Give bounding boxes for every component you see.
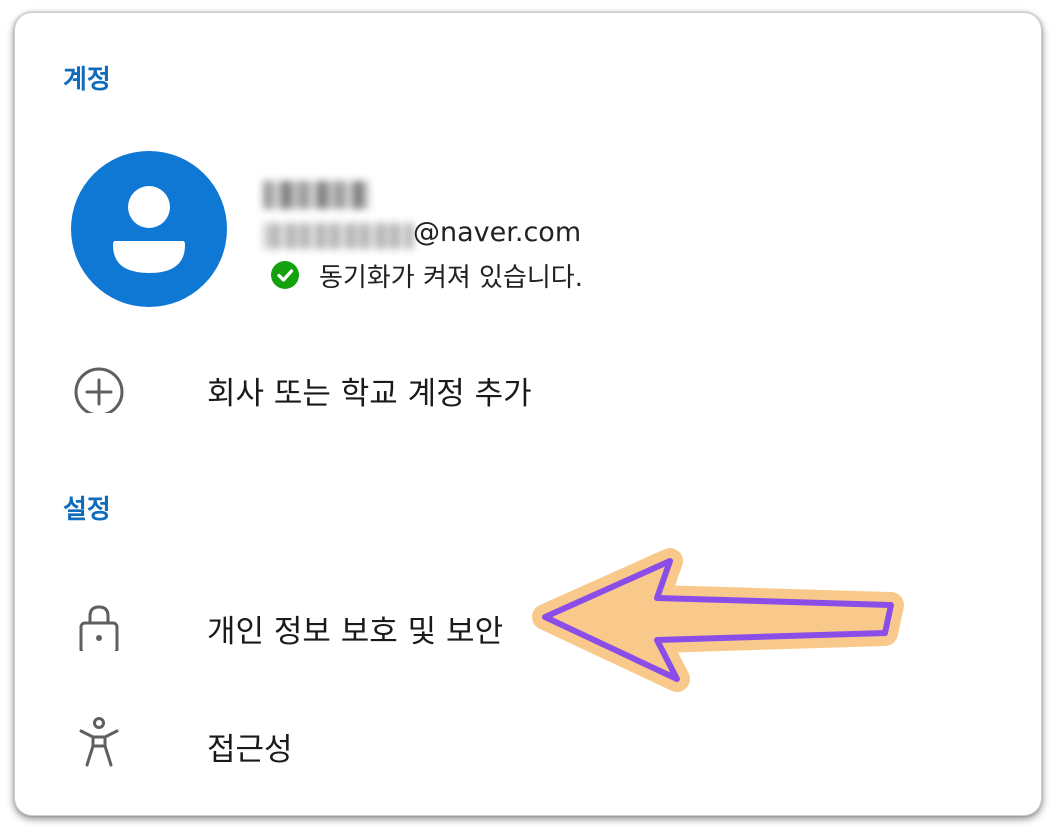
add-work-school-account-button[interactable]: 회사 또는 학교 계정 추가 bbox=[15, 350, 1041, 420]
account-settings-panel: 계정 @naver.com 동기화가 켜져 있습니다. 회사 또는 학교 계정 … bbox=[14, 12, 1042, 816]
settings-item-privacy-security[interactable]: 개인 정보 보호 및 보안 bbox=[15, 588, 1041, 658]
add-account-label: 회사 또는 학교 계정 추가 bbox=[207, 376, 532, 412]
add-circle-icon bbox=[71, 357, 127, 417]
accessibility-icon bbox=[71, 713, 127, 769]
sync-status: 동기화가 켜져 있습니다. bbox=[271, 257, 583, 293]
settings-item-accessibility[interactable]: 접근성 bbox=[15, 706, 1041, 776]
sync-status-text: 동기화가 켜져 있습니다. bbox=[319, 262, 583, 293]
account-name-redacted bbox=[263, 181, 369, 209]
settings-item-label: 접근성 bbox=[207, 732, 293, 768]
avatar[interactable] bbox=[71, 151, 227, 307]
check-circle-icon bbox=[271, 261, 299, 289]
settings-item-label: 개인 정보 보호 및 보안 bbox=[207, 614, 504, 650]
account-section-header: 계정 bbox=[63, 65, 111, 95]
person-icon bbox=[113, 186, 185, 273]
account-email-domain: @naver.com bbox=[413, 217, 582, 248]
account-email-redacted bbox=[263, 223, 413, 249]
lock-icon bbox=[71, 595, 127, 655]
settings-section-header: 설정 bbox=[63, 495, 111, 525]
